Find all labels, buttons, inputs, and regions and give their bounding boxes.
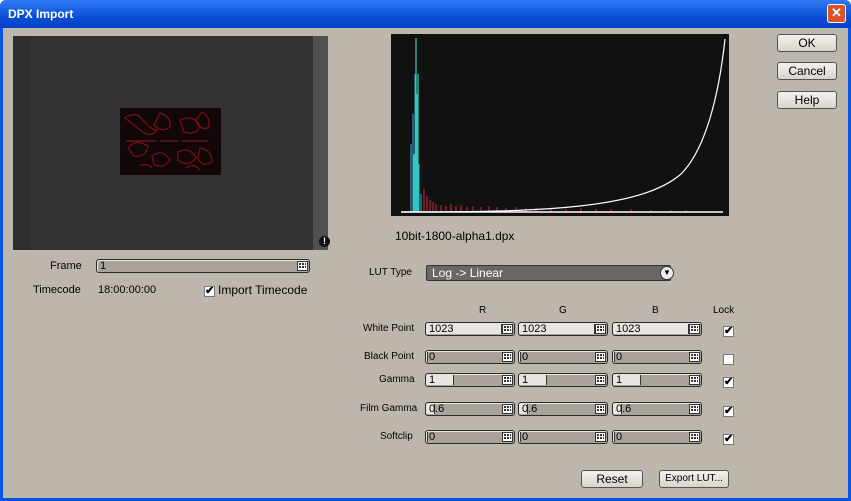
r-value: 0 xyxy=(429,351,436,363)
r-value-field[interactable]: 0 xyxy=(425,430,515,444)
calculator-icon[interactable] xyxy=(595,352,606,362)
frame-field[interactable]: 1 xyxy=(96,259,310,273)
b-value-field[interactable]: 1023 xyxy=(612,322,702,336)
calculator-icon[interactable] xyxy=(502,375,513,385)
cancel-button[interactable]: Cancel xyxy=(777,62,837,80)
lock-checkbox[interactable]: ✔ xyxy=(723,377,734,388)
close-button[interactable]: ✕ xyxy=(827,4,846,23)
calculator-icon[interactable] xyxy=(502,404,513,414)
r-value: 1 xyxy=(429,374,436,386)
lock-checkbox[interactable]: ✔ xyxy=(723,326,734,337)
slider-handle[interactable] xyxy=(453,375,454,385)
dialog-body: ! Frame 1 Timecode 18:00:00:00 ✔ Import … xyxy=(3,28,848,498)
reset-button[interactable]: Reset xyxy=(581,470,643,488)
slider-handle[interactable] xyxy=(520,432,521,442)
r-value-field[interactable]: 1 xyxy=(425,373,515,387)
lock-checkbox[interactable]: ✔ xyxy=(723,406,734,417)
column-r-label: R xyxy=(479,305,487,316)
r-value-field[interactable]: 0.6 xyxy=(425,402,515,416)
calculator-icon[interactable] xyxy=(502,324,513,334)
slider-handle[interactable] xyxy=(640,375,641,385)
title-bar[interactable]: DPX Import ✕ xyxy=(0,0,851,28)
import-timecode-label: Import Timecode xyxy=(218,283,308,297)
row-label: Gamma xyxy=(379,374,415,385)
histogram xyxy=(391,34,729,216)
lut-type-value: Log -> Linear xyxy=(432,266,504,280)
window-title: DPX Import xyxy=(8,7,74,21)
g-value: 1 xyxy=(522,374,529,386)
row-label: White Point xyxy=(363,323,415,334)
slider-handle[interactable] xyxy=(427,352,428,362)
b-value-field[interactable]: 0.6 xyxy=(612,402,702,416)
calculator-icon[interactable] xyxy=(689,432,700,442)
lock-checkbox[interactable]: ✔ xyxy=(723,434,734,445)
timecode-value: 18:00:00:00 xyxy=(98,284,157,296)
slider-handle[interactable] xyxy=(427,432,428,442)
r-value: 0.6 xyxy=(429,403,445,415)
g-value: 0.6 xyxy=(522,403,538,415)
column-g-label: G xyxy=(559,305,567,316)
b-value: 0 xyxy=(616,351,623,363)
slider-handle[interactable] xyxy=(614,432,615,442)
g-value: 0 xyxy=(522,431,529,443)
lock-checkbox[interactable] xyxy=(723,354,734,365)
lut-type-label: LUT Type xyxy=(369,267,412,278)
g-value-field[interactable]: 1 xyxy=(518,373,608,387)
preview-right-margin xyxy=(313,36,328,250)
calculator-icon[interactable] xyxy=(502,432,513,442)
r-value: 0 xyxy=(429,431,436,443)
g-value-field[interactable]: 0 xyxy=(518,350,608,364)
row-label: Softclip xyxy=(380,431,413,442)
b-value-field[interactable]: 0 xyxy=(612,350,702,364)
dpx-import-dialog: DPX Import ✕ ! Frame 1 Timecode 18:00:00… xyxy=(0,0,851,501)
slider-handle[interactable] xyxy=(614,352,615,362)
lut-type-select[interactable]: Log -> Linear ▼ xyxy=(426,265,674,281)
ok-button[interactable]: OK xyxy=(777,34,837,52)
g-value-field[interactable]: 0 xyxy=(518,430,608,444)
histogram-filename: 10bit-1800-alpha1.dpx xyxy=(395,229,515,243)
slider-handle[interactable] xyxy=(546,375,547,385)
b-value: 0 xyxy=(616,431,623,443)
r-value: 1023 xyxy=(429,323,454,335)
calculator-icon[interactable] xyxy=(689,324,700,334)
calculator-icon[interactable] xyxy=(595,375,606,385)
frame-value: 1 xyxy=(100,260,107,272)
calculator-icon[interactable] xyxy=(689,404,700,414)
calculator-icon[interactable] xyxy=(595,404,606,414)
g-value: 0 xyxy=(522,351,529,363)
slider-handle[interactable] xyxy=(520,352,521,362)
chevron-down-icon[interactable]: ▼ xyxy=(660,266,674,280)
calculator-icon[interactable] xyxy=(689,375,700,385)
r-value-field[interactable]: 1023 xyxy=(425,322,515,336)
timecode-label: Timecode xyxy=(33,284,81,296)
g-value-field[interactable]: 0.6 xyxy=(518,402,608,416)
preview-left-margin xyxy=(13,36,30,250)
image-preview xyxy=(13,36,328,250)
b-value-field[interactable]: 0 xyxy=(612,430,702,444)
export-lut-button[interactable]: Export LUT... xyxy=(659,470,729,488)
b-value: 0.6 xyxy=(616,403,632,415)
calculator-icon[interactable] xyxy=(502,352,513,362)
calculator-icon[interactable] xyxy=(297,261,308,271)
frame-label: Frame xyxy=(50,260,82,272)
warning-icon[interactable]: ! xyxy=(319,236,330,247)
b-value: 1023 xyxy=(616,323,641,335)
b-value: 1 xyxy=(616,374,623,386)
help-button[interactable]: Help xyxy=(777,91,837,109)
preview-thumbnail xyxy=(120,108,221,175)
column-b-label: B xyxy=(652,305,659,316)
column-lock-label: Lock xyxy=(713,305,735,316)
g-value: 1023 xyxy=(522,323,547,335)
import-timecode-checkbox[interactable]: ✔ xyxy=(204,286,215,297)
r-value-field[interactable]: 0 xyxy=(425,350,515,364)
g-value-field[interactable]: 1023 xyxy=(518,322,608,336)
calculator-icon[interactable] xyxy=(689,352,700,362)
b-value-field[interactable]: 1 xyxy=(612,373,702,387)
row-label: Film Gamma xyxy=(360,403,418,414)
calculator-icon[interactable] xyxy=(595,432,606,442)
row-label: Black Point xyxy=(364,351,415,362)
calculator-icon[interactable] xyxy=(595,324,606,334)
